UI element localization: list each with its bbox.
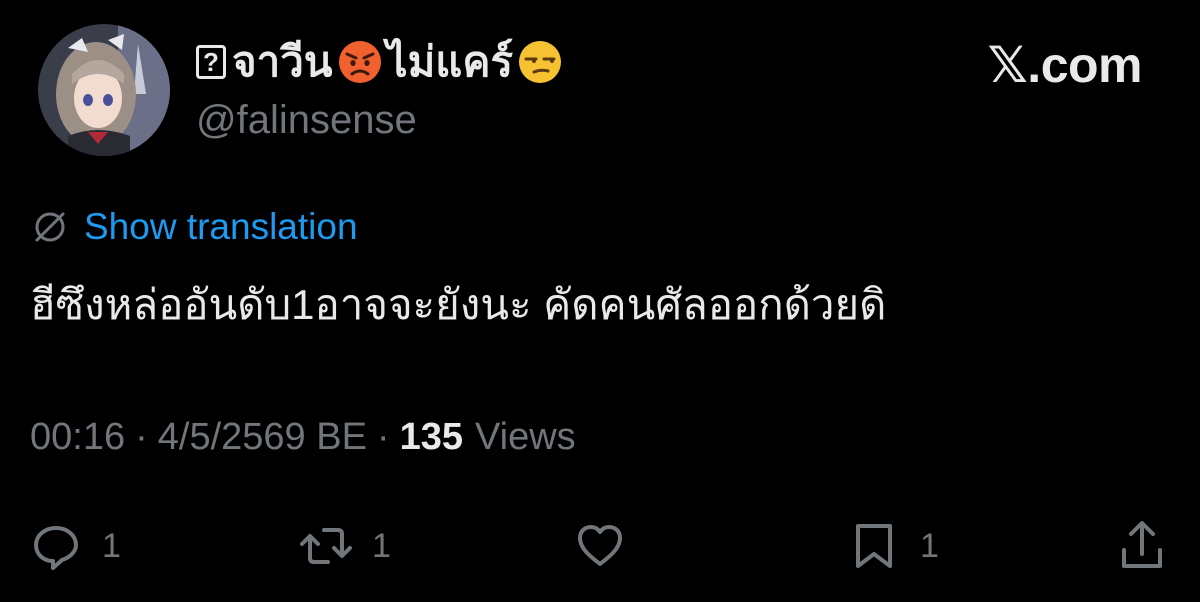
bookmark-button[interactable]: 1: [846, 518, 939, 574]
share-button[interactable]: [1114, 518, 1170, 574]
translate-icon: [35, 212, 65, 242]
reply-icon: [34, 526, 78, 570]
like-button[interactable]: [572, 518, 646, 574]
reply-button[interactable]: 1: [28, 518, 121, 574]
display-name-part1: จาวีน: [232, 38, 333, 85]
repost-button[interactable]: 1: [298, 518, 391, 574]
repost-icon: [300, 528, 352, 564]
avatar[interactable]: [38, 24, 170, 156]
heart-icon: [578, 525, 622, 566]
bookmark-count: 1: [920, 526, 939, 565]
user-handle[interactable]: @falinsense: [196, 98, 417, 143]
share-icon: [1122, 521, 1162, 568]
angry-face-icon: [338, 41, 381, 83]
unknown-glyph-box: ?: [196, 45, 226, 79]
separator-dot: ·: [135, 416, 148, 458]
repost-count: 1: [372, 526, 391, 565]
separator-dot: ·: [376, 416, 390, 458]
show-translation-row[interactable]: Show translation: [30, 204, 358, 250]
views-count: 135: [399, 416, 463, 458]
reply-count: 1: [102, 526, 121, 565]
bookmark-icon: [856, 524, 892, 568]
show-translation-link[interactable]: Show translation: [84, 206, 358, 248]
post-meta: 00:16 · 4/5/2569 BE · 135 Views: [30, 416, 576, 459]
action-bar: 1 1 1: [0, 508, 1200, 588]
post-text: ฮีซึงหล่ออันดับ1อาจจะยังนะ คัดคนศัลออกด้…: [30, 281, 887, 328]
post-time[interactable]: 00:16: [30, 416, 125, 459]
post-date[interactable]: 4/5/2569 BE: [158, 416, 367, 459]
x-logo: 𝕏.com: [987, 37, 1143, 93]
display-name-part2: ไม่แคร์: [386, 38, 514, 85]
display-name[interactable]: ? จาวีน ไม่แคร์: [196, 36, 567, 88]
unamused-face-icon: [519, 41, 562, 83]
avatar-image: [38, 24, 170, 156]
views-label: Views: [474, 416, 576, 458]
